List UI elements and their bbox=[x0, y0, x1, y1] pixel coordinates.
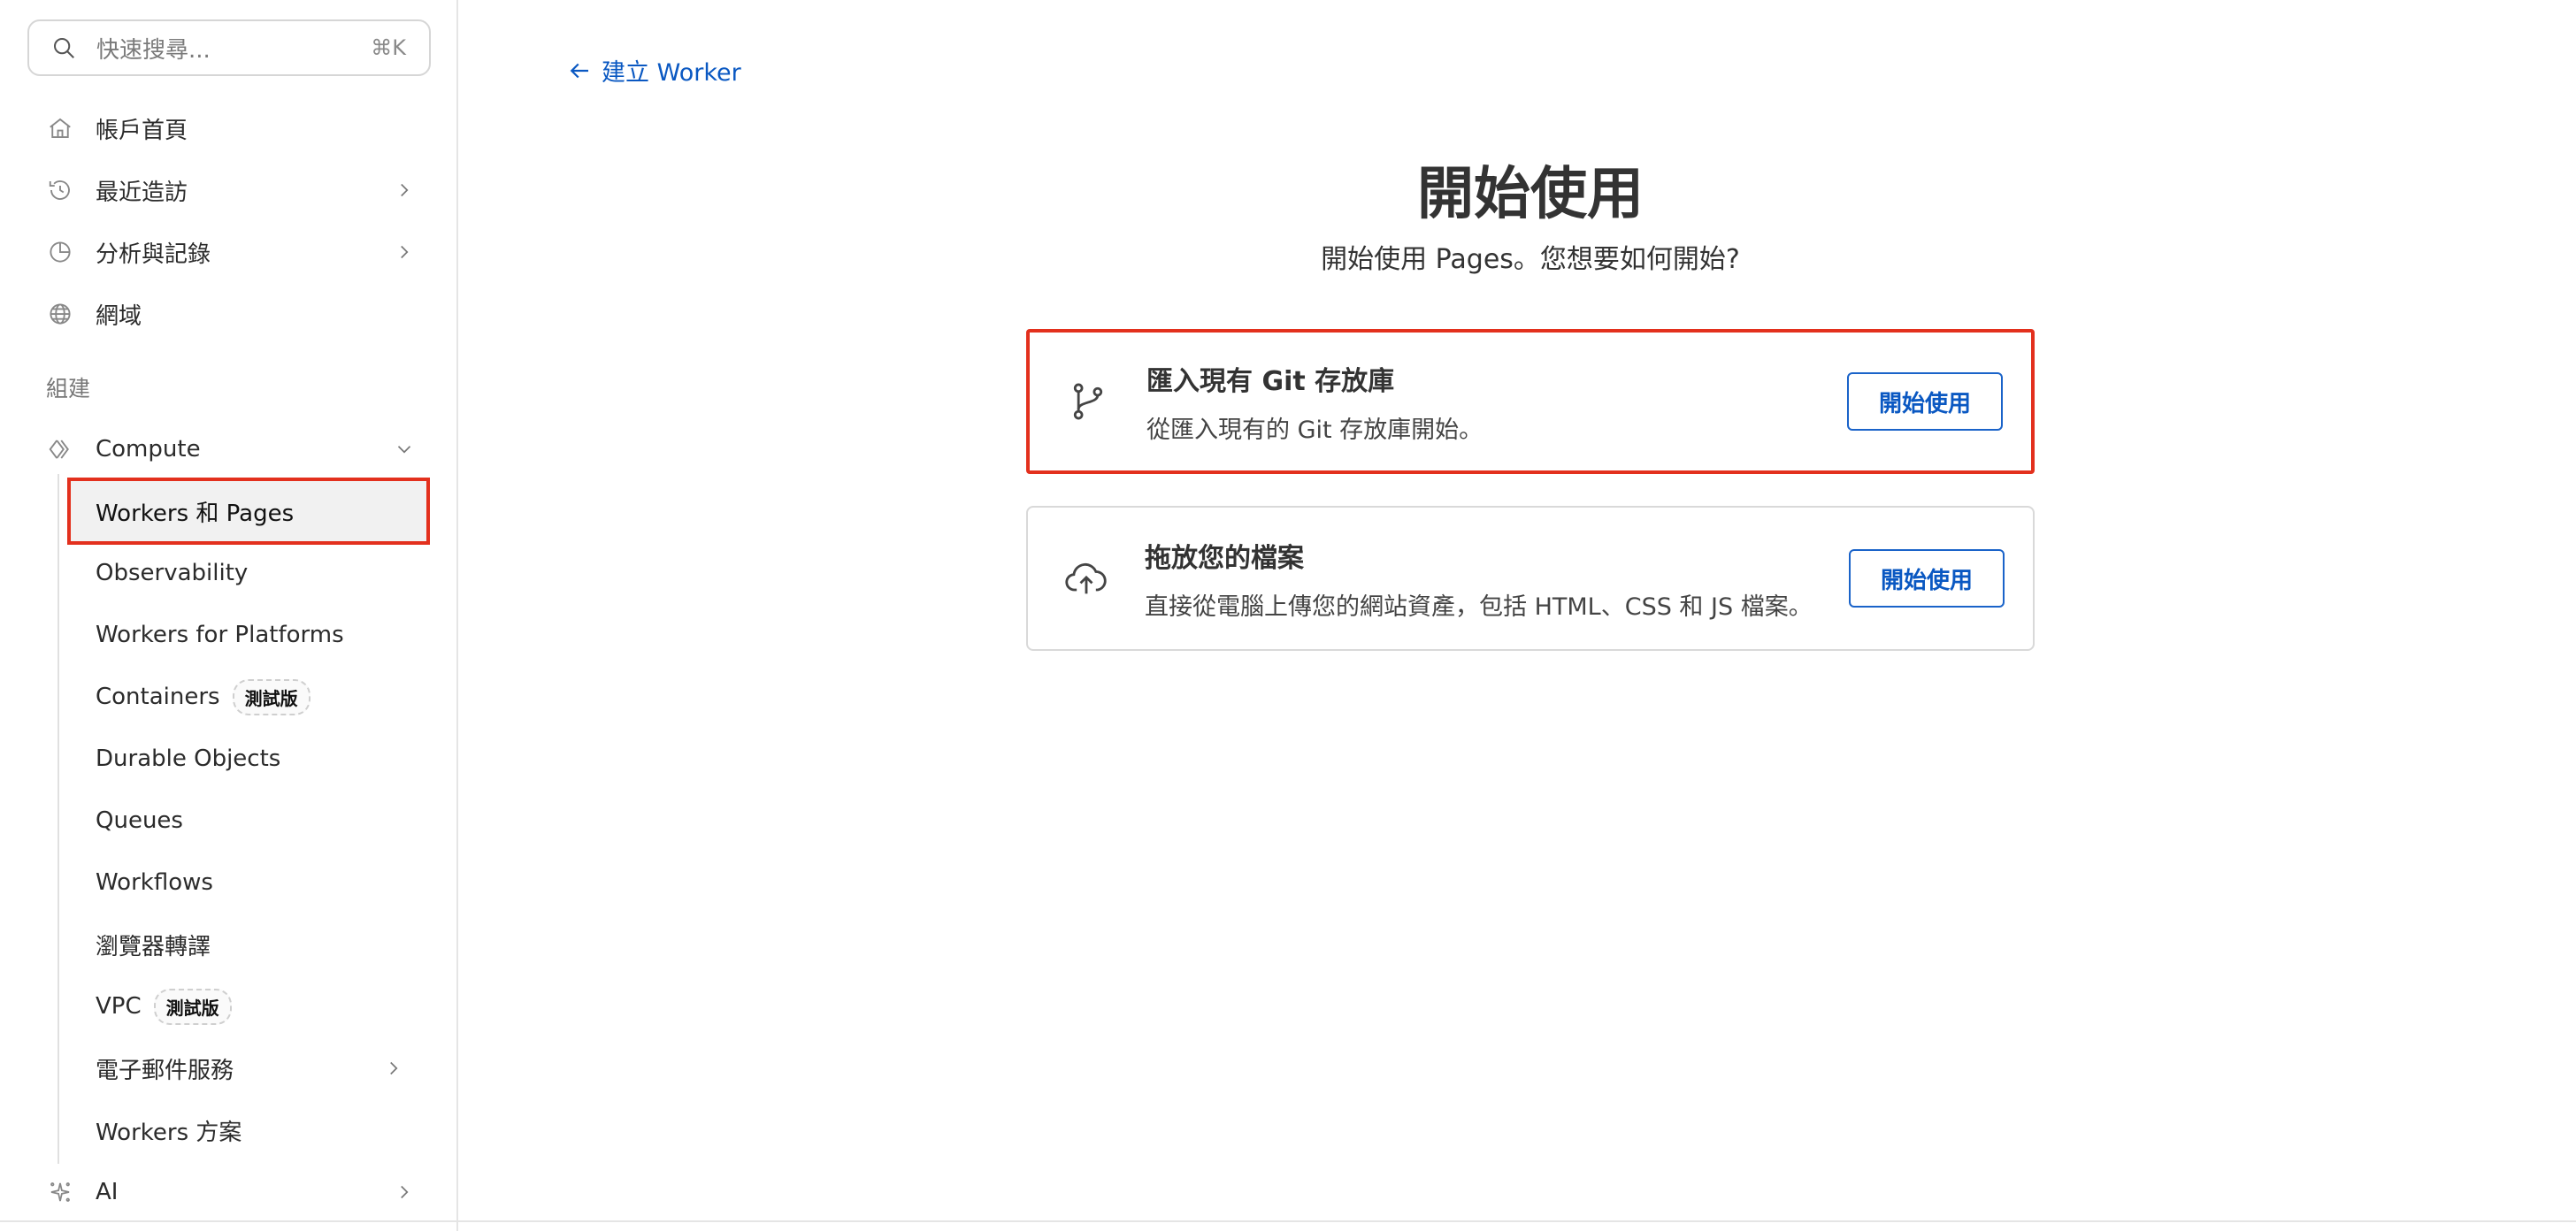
sidebar-item-workers-for-platforms[interactable]: Workers for Platforms bbox=[96, 610, 414, 660]
sidebar-item-label: Workers 方案 bbox=[96, 1119, 242, 1146]
sidebar-item-recent[interactable]: 最近造訪 bbox=[39, 165, 419, 215]
ai-sparkle-icon bbox=[46, 1178, 74, 1206]
sidebar: 快速搜尋... ⌘K 帳戶首頁 最近造訪 分析與記錄 網域 組建 Compute bbox=[0, 0, 458, 1231]
sidebar-item-queues[interactable]: Queues bbox=[96, 796, 414, 845]
chevron-right-icon bbox=[390, 1061, 398, 1075]
compute-icon bbox=[46, 435, 74, 463]
submenu-guide-line bbox=[58, 474, 59, 1164]
back-link-create-worker[interactable]: 建立 Worker bbox=[566, 53, 741, 88]
sidebar-item-label: VPC bbox=[96, 993, 142, 1020]
search-shortcut: ⌘K bbox=[371, 35, 406, 60]
card-title: 匯入現有 Git 存放庫 bbox=[1146, 365, 1395, 397]
sidebar-item-label: 瀏覽器轉譯 bbox=[96, 933, 211, 960]
sidebar-item-browser-rendering[interactable]: 瀏覽器轉譯 bbox=[96, 920, 414, 969]
sidebar-item-label: Observability bbox=[96, 560, 249, 586]
sidebar-item-label: 最近造訪 bbox=[96, 179, 188, 206]
sidebar-item-analytics[interactable]: 分析與記錄 bbox=[39, 227, 419, 277]
chevron-right-icon bbox=[401, 183, 409, 197]
chevron-down-icon bbox=[397, 446, 411, 454]
drag-drop-start-button[interactable]: 開始使用 bbox=[1849, 549, 2005, 608]
beta-badge: 測試版 bbox=[153, 988, 232, 1025]
globe-icon bbox=[46, 300, 74, 328]
sidebar-item-label: AI bbox=[96, 1179, 119, 1205]
sidebar-item-label: Durable Objects bbox=[96, 745, 281, 772]
sidebar-item-ai[interactable]: AI bbox=[39, 1167, 419, 1217]
import-git-start-button[interactable]: 開始使用 bbox=[1847, 372, 2003, 431]
sidebar-item-label: 電子郵件服務 bbox=[96, 1057, 234, 1084]
page-title: 開始使用 bbox=[1417, 162, 1644, 227]
sidebar-item-label: Workers 和 Pages bbox=[96, 500, 295, 527]
sidebar-item-label: Queues bbox=[96, 807, 183, 834]
sidebar-item-label: Containers bbox=[96, 684, 220, 710]
search-icon bbox=[54, 38, 74, 58]
sidebar-item-workers-plans[interactable]: Workers 方案 bbox=[96, 1105, 414, 1155]
sidebar-item-label: 分析與記錄 bbox=[96, 241, 211, 268]
back-link-label: 建立 Worker bbox=[602, 59, 741, 87]
card-title: 拖放您的檔案 bbox=[1145, 542, 1304, 574]
pie-chart-icon bbox=[46, 238, 74, 266]
card-description: 從匯入現有的 Git 存放庫開始。 bbox=[1146, 416, 1484, 444]
sidebar-item-label: 帳戶首頁 bbox=[96, 117, 188, 144]
sidebar-item-compute[interactable]: Compute bbox=[39, 424, 419, 474]
chevron-right-icon bbox=[401, 1185, 409, 1199]
sidebar-item-vpc[interactable]: VPC 測試版 bbox=[96, 982, 414, 1031]
sidebar-item-containers[interactable]: Containers 測試版 bbox=[96, 672, 414, 722]
card-text: 匯入現有 Git 存放庫 從匯入現有的 Git 存放庫開始。 bbox=[1146, 359, 1847, 445]
sidebar-item-email-service[interactable]: 電子郵件服務 bbox=[96, 1044, 414, 1093]
search-placeholder: 快速搜尋... bbox=[96, 36, 211, 64]
import-git-card: 匯入現有 Git 存放庫 從匯入現有的 Git 存放庫開始。 開始使用 bbox=[1026, 329, 2035, 474]
history-icon bbox=[46, 176, 74, 204]
git-branch-icon bbox=[1073, 383, 1103, 420]
sidebar-item-workers-pages[interactable]: Workers 和 Pages bbox=[67, 478, 430, 545]
page-subtitle: 開始使用 Pages。您想要如何開始? bbox=[1321, 244, 1740, 275]
home-icon bbox=[46, 114, 74, 142]
bottom-divider bbox=[0, 1220, 2576, 1222]
cloud-upload-icon bbox=[1065, 562, 1107, 594]
sidebar-item-domains[interactable]: 網域 bbox=[39, 289, 419, 339]
sidebar-item-durable-objects[interactable]: Durable Objects bbox=[96, 734, 414, 784]
card-description: 直接從電腦上傳您的網站資產，包括 HTML、CSS 和 JS 檔案。 bbox=[1145, 593, 1813, 621]
arrow-left-icon bbox=[570, 63, 588, 78]
drag-drop-card: 拖放您的檔案 直接從電腦上傳您的網站資產，包括 HTML、CSS 和 JS 檔案… bbox=[1026, 506, 2035, 651]
sidebar-item-account-home[interactable]: 帳戶首頁 bbox=[39, 103, 419, 153]
beta-badge: 測試版 bbox=[232, 678, 310, 715]
sidebar-item-label: Compute bbox=[96, 436, 201, 463]
sidebar-item-label: Workflows bbox=[96, 869, 213, 896]
sidebar-item-observability[interactable]: Observability bbox=[96, 548, 414, 598]
sidebar-item-workflows[interactable]: Workflows bbox=[96, 858, 414, 907]
sidebar-item-label: Workers for Platforms bbox=[96, 622, 344, 648]
card-text: 拖放您的檔案 直接從電腦上傳您的網站資產，包括 HTML、CSS 和 JS 檔案… bbox=[1145, 536, 1849, 622]
chevron-right-icon bbox=[401, 245, 409, 259]
search-input[interactable]: 快速搜尋... ⌘K bbox=[27, 19, 431, 76]
section-label-build: 組建 bbox=[46, 376, 91, 401]
sidebar-item-label: 網域 bbox=[96, 302, 142, 330]
